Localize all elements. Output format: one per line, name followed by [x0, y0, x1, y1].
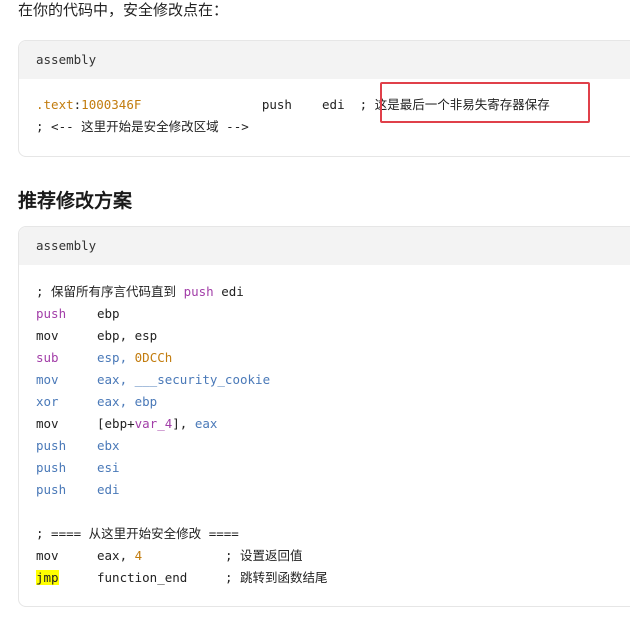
operands: edi — [97, 482, 120, 497]
comment-text: ; 设置返回值 — [225, 548, 303, 563]
operands: ebp, esp — [97, 328, 158, 343]
operands: eax, ebp — [97, 394, 158, 409]
spacing — [292, 97, 322, 112]
code-line: push edi — [36, 479, 630, 501]
mnemonic: push — [36, 306, 67, 321]
code-line: sub esp, 0DCCh — [36, 347, 630, 369]
code-comment-line: ; 保留所有序言代码直到 push edi — [36, 281, 630, 303]
code-block-2: assembly ; 保留所有序言代码直到 push edi push ebp m… — [18, 226, 630, 607]
page: 在你的代码中，安全修改点在： assembly .text:1000346F p… — [0, 0, 630, 620]
code-content[interactable]: ; 保留所有序言代码直到 push edi push ebp mov ebp, es… — [19, 265, 630, 589]
operands: esp, — [97, 350, 135, 365]
register: eax — [194, 416, 218, 431]
operands: function_end — [97, 570, 188, 585]
code-language-label: assembly — [19, 227, 630, 265]
mnemonic: push — [36, 438, 67, 453]
code-line: xor eax, ebp — [36, 391, 630, 413]
operands: [ebp+ — [97, 416, 135, 431]
address: 1000346F — [81, 97, 142, 112]
mnemonic: push — [36, 482, 67, 497]
section-heading: 推荐修改方案 — [18, 191, 133, 212]
code-line: mov eax, 4 ; 设置返回值 — [36, 545, 630, 567]
mnemonic: push — [261, 97, 292, 112]
red-highlight-box — [380, 82, 590, 123]
code-language-label: assembly — [19, 41, 630, 79]
code-line: push ebx — [36, 435, 630, 457]
operands: ebx — [97, 438, 120, 453]
mnemonic-highlighted: jmp — [36, 570, 59, 585]
operands: eax, ___security_cookie — [97, 372, 271, 387]
variable: var_4 — [134, 416, 173, 431]
comment-text: ; 保留所有序言代码直到 — [36, 284, 184, 299]
mnemonic: mov — [36, 548, 59, 563]
comment-prefix: ; — [344, 97, 368, 112]
code-line: mov eax, ___security_cookie — [36, 369, 630, 391]
comment-text: ; ==== 从这里开始安全修改 ==== — [36, 526, 239, 541]
code-comment-line: ; ==== 从这里开始安全修改 ==== — [36, 523, 630, 545]
operands: ebp — [97, 306, 120, 321]
comment-text: edi — [213, 284, 244, 299]
section-name: .text — [36, 97, 74, 112]
code-line: push ebp — [36, 303, 630, 325]
code-line: mov [ebp+var_4], eax — [36, 413, 630, 435]
immediate-value: 0DCCh — [134, 350, 173, 365]
code-line: mov ebp, esp — [36, 325, 630, 347]
operands: ], — [172, 416, 195, 431]
comment-text: ; 跳转到函数结尾 — [225, 570, 328, 585]
code-line: push esi — [36, 457, 630, 479]
comment-keyword: push — [183, 284, 214, 299]
code-line: jmp function_end ; 跳转到函数结尾 — [36, 567, 630, 589]
operands: esi — [97, 460, 120, 475]
comment-text: ; <-- 这里开始是安全修改区域 --> — [36, 119, 249, 134]
mnemonic: mov — [36, 328, 59, 343]
mnemonic: mov — [36, 416, 59, 431]
spacing — [141, 97, 261, 112]
intro-text: 在你的代码中，安全修改点在： — [18, 2, 229, 19]
mnemonic: xor — [36, 394, 59, 409]
mnemonic: mov — [36, 372, 59, 387]
operand: edi — [322, 97, 345, 112]
immediate-value: 4 — [134, 548, 143, 563]
mnemonic: push — [36, 460, 67, 475]
mnemonic: sub — [36, 350, 59, 365]
operands: eax, — [97, 548, 135, 563]
